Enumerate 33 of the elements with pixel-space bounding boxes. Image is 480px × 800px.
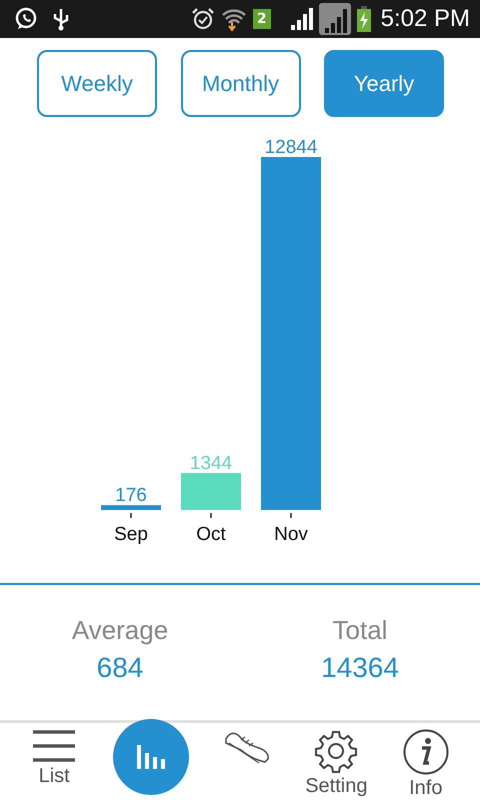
nav-label: Info (409, 777, 442, 800)
bar-value-label: 12844 (264, 137, 318, 158)
settings-icon (314, 729, 358, 773)
axis-label: Sep (114, 524, 148, 545)
stat-label: Total (332, 615, 388, 646)
menu-icon (31, 729, 78, 763)
usb-icon (52, 7, 70, 31)
status-time: 5:02 PM (380, 5, 470, 33)
signal-icon (318, 3, 351, 35)
bar-value-label: 176 (115, 485, 147, 506)
nav-item[interactable]: Info (396, 727, 456, 800)
battery-icon (356, 6, 371, 32)
nav-item[interactable]: List (24, 727, 84, 788)
nav-label: List (38, 765, 70, 788)
bar (101, 505, 161, 510)
chat-icon (14, 7, 38, 31)
stat-value: 14364 (321, 652, 399, 684)
axis-label: Oct (196, 524, 226, 545)
info-icon (402, 729, 449, 775)
alarm-icon (190, 7, 215, 31)
bar (181, 473, 241, 510)
axis-label: Nov (274, 524, 308, 545)
period-tab[interactable]: Monthly (180, 50, 300, 117)
stat-label: Average (72, 615, 168, 646)
bar-chart-icon (136, 743, 166, 771)
stat-value: 684 (96, 652, 144, 684)
nav-label: Setting (305, 775, 368, 798)
nav-item[interactable]: Setting (305, 727, 368, 798)
sim-badge: 2 (252, 9, 271, 29)
signal-icon (288, 8, 313, 30)
period-tab[interactable]: Weekly (37, 50, 157, 117)
period-tab[interactable]: Yearly (324, 50, 444, 117)
bar-value-label: 1344 (190, 453, 232, 474)
